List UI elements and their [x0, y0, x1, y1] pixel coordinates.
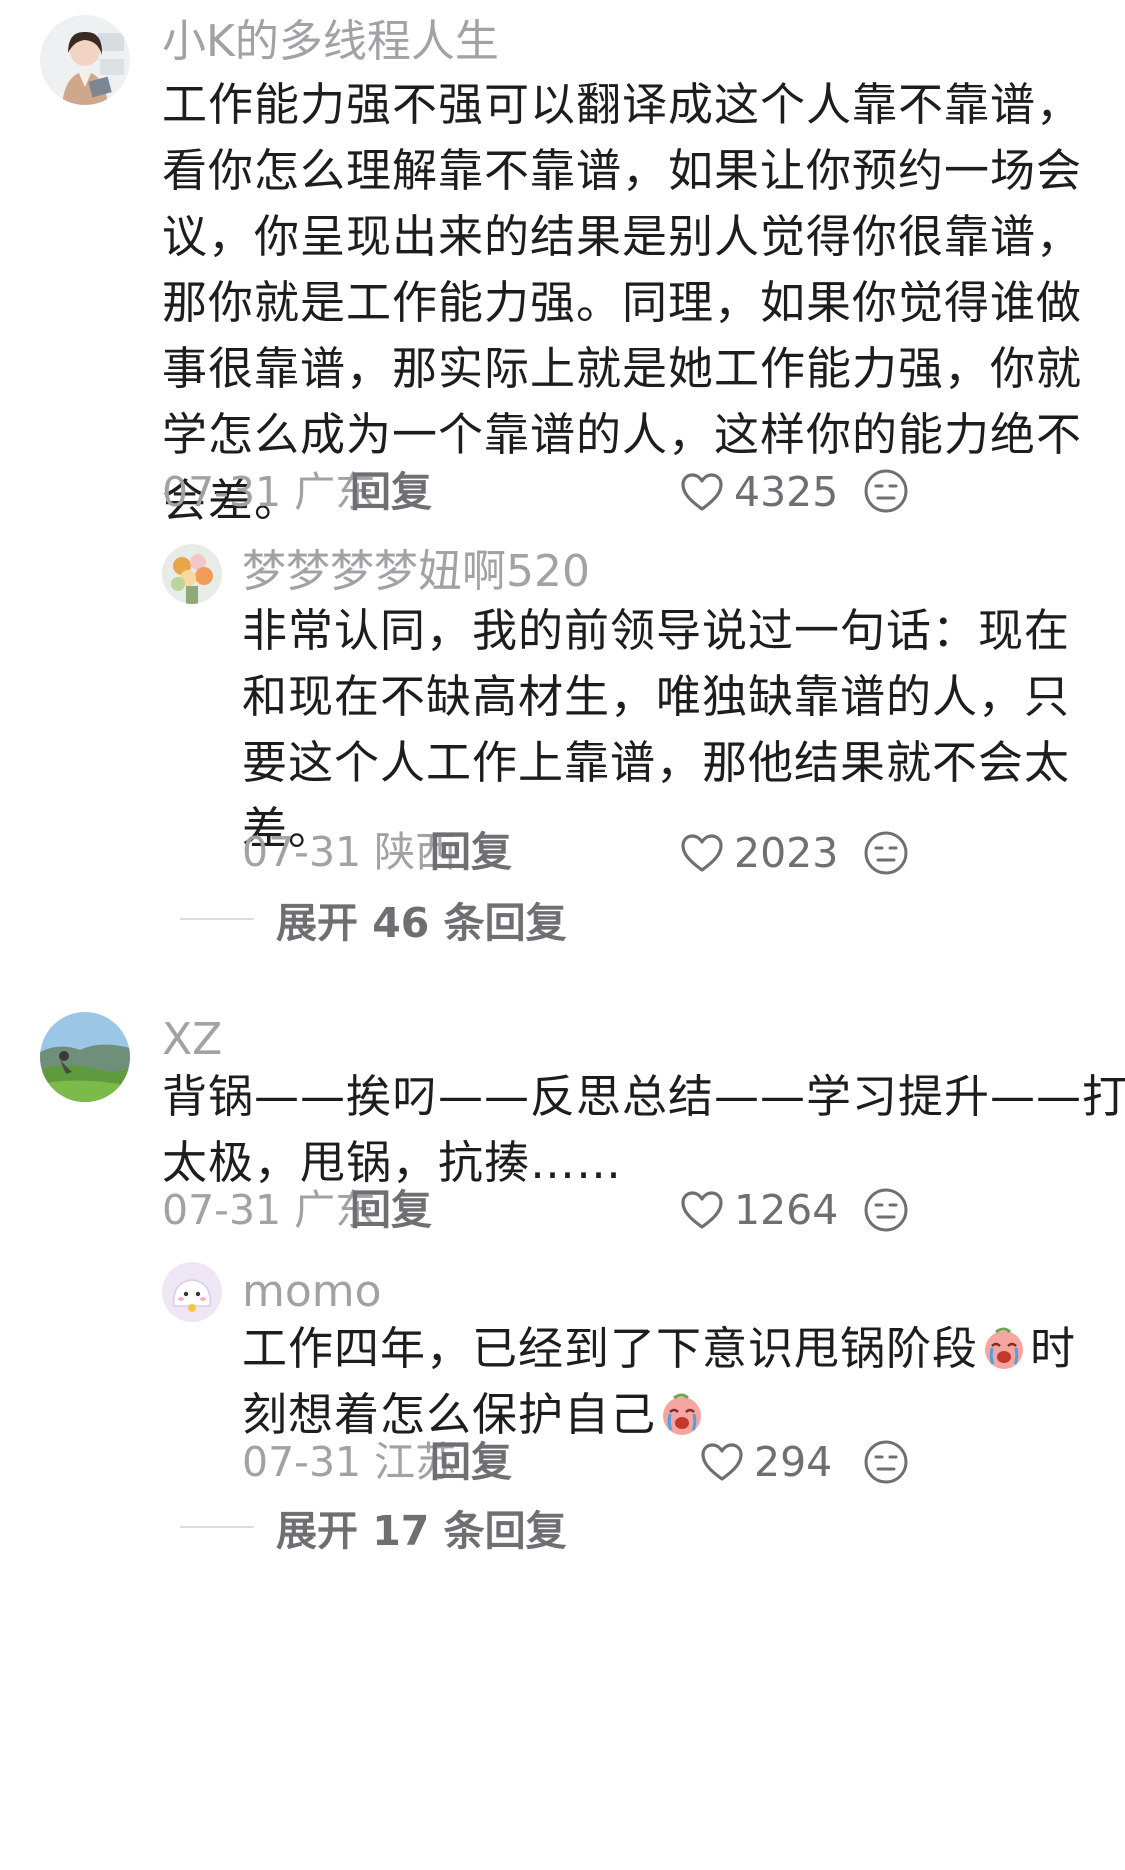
- comment-text-line: 那你就是工作能力强。同理，如果你觉得谁做: [162, 276, 1083, 329]
- reply-text-fragment: 时: [1030, 1322, 1077, 1375]
- expand-replies-button[interactable]: 展开 17 条回复: [180, 1502, 567, 1555]
- avatar[interactable]: [162, 544, 222, 604]
- avatar[interactable]: [40, 15, 130, 105]
- comment-text-line: 学怎么成为一个靠谱的人，这样你的能力绝不: [162, 408, 1083, 461]
- heart-outline-icon: [680, 472, 724, 512]
- divider: [180, 1526, 254, 1528]
- heart-outline-icon: [680, 1190, 724, 1230]
- unamused-face-icon[interactable]: [862, 1186, 910, 1234]
- comment-text-line: 事很靠谱，那实际上就是她工作能力强，你就: [162, 342, 1083, 395]
- reply-date-location: 07-31 江苏: [242, 1438, 457, 1486]
- reply-text-line: 非常认同，我的前领导说过一句话：现在: [242, 604, 1071, 657]
- like-count: 2023: [734, 829, 839, 877]
- reply-button[interactable]: 回复: [350, 1186, 432, 1234]
- unamused-face-icon[interactable]: [862, 829, 910, 877]
- avatar[interactable]: [162, 1262, 222, 1322]
- divider: [180, 918, 254, 920]
- reply-text-line: 工作四年，已经到了下意识甩锅阶段 时: [242, 1316, 1076, 1382]
- reply-text-fragment: 工作四年，已经到了下意识甩锅阶段: [242, 1322, 979, 1375]
- reply-text: 非常认同，我的前领导说过一句话：现在 和现在不缺高材生，唯独缺靠谱的人，只 要这…: [242, 598, 1070, 862]
- comment-text: 工作能力强不强可以翻译成这个人靠不靠谱， 看你怎么理解靠不靠谱，如果让你预约一场…: [162, 72, 1082, 534]
- crying-face-emoji: [980, 1324, 1028, 1372]
- reply-text-line: 和现在不缺高材生，唯独缺靠谱的人，只: [242, 670, 1071, 723]
- like-button[interactable]: 1264: [680, 1185, 838, 1235]
- like-count: 1264: [734, 1186, 839, 1234]
- heart-outline-icon: [700, 1442, 744, 1482]
- reply-username[interactable]: 梦梦梦梦妞啊520: [242, 546, 590, 598]
- comment-text-line: 议，你呈现出来的结果是别人觉得你很靠谱，: [162, 210, 1083, 263]
- reply-button[interactable]: 回复: [430, 1438, 512, 1486]
- expand-replies-label: 展开 17 条回复: [276, 1507, 567, 1555]
- like-count: 4325: [734, 468, 839, 516]
- comment-date-location: 07-31 广东: [162, 468, 377, 516]
- reply-date-location: 07-31 陕西: [242, 828, 457, 876]
- unamused-face-icon[interactable]: [862, 467, 910, 515]
- reply-text-fragment: 刻想着怎么保护自己: [242, 1388, 657, 1441]
- comment-text: 背锅——挨叼——反思总结——学习提升——打 太极，甩锅，抗揍……: [162, 1064, 1125, 1196]
- comment-username[interactable]: 小K的多线程人生: [162, 16, 499, 68]
- expand-replies-label: 展开 46 条回复: [276, 899, 567, 947]
- comment-text-line: 看你怎么理解靠不靠谱，如果让你预约一场会: [162, 144, 1083, 197]
- comment-text-line: 背锅——挨叼——反思总结——学习提升——打: [162, 1070, 1125, 1123]
- like-count: 294: [754, 1438, 833, 1486]
- like-button[interactable]: 2023: [680, 828, 838, 878]
- expand-replies-button[interactable]: 展开 46 条回复: [180, 894, 567, 947]
- comment-text-line: 工作能力强不强可以翻译成这个人靠不靠谱，: [162, 78, 1083, 131]
- reply-text-line: 要这个人工作上靠谱，那他结果就不会太: [242, 736, 1071, 789]
- like-button[interactable]: 294: [700, 1437, 832, 1487]
- unamused-face-icon[interactable]: [862, 1438, 910, 1486]
- crying-face-emoji: [658, 1390, 706, 1438]
- like-button[interactable]: 4325: [680, 467, 838, 517]
- reply-button[interactable]: 回复: [350, 468, 432, 516]
- reply-username[interactable]: momo: [242, 1266, 382, 1318]
- reply-text: 工作四年，已经到了下意识甩锅阶段 时 刻想着怎么保护自己: [242, 1316, 1076, 1448]
- comment-date-location: 07-31 广东: [162, 1186, 377, 1234]
- comment-username[interactable]: XZ: [162, 1014, 222, 1066]
- heart-outline-icon: [680, 833, 724, 873]
- avatar[interactable]: [40, 1012, 130, 1102]
- reply-button[interactable]: 回复: [430, 828, 512, 876]
